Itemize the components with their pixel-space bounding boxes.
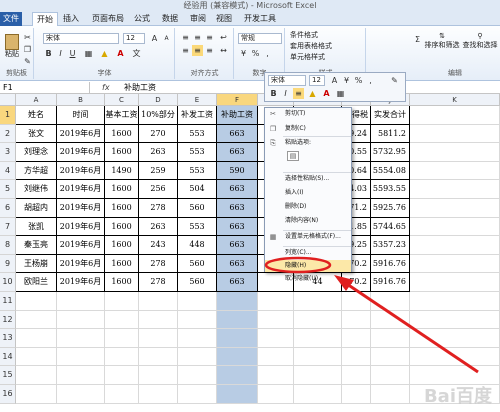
annotation-arrow-line [343, 280, 479, 374]
annotation-arrowhead [334, 275, 354, 291]
watermark: Bai百度 [423, 386, 492, 407]
highlight-ellipse [264, 256, 332, 274]
annotation-overlay [264, 256, 479, 374]
